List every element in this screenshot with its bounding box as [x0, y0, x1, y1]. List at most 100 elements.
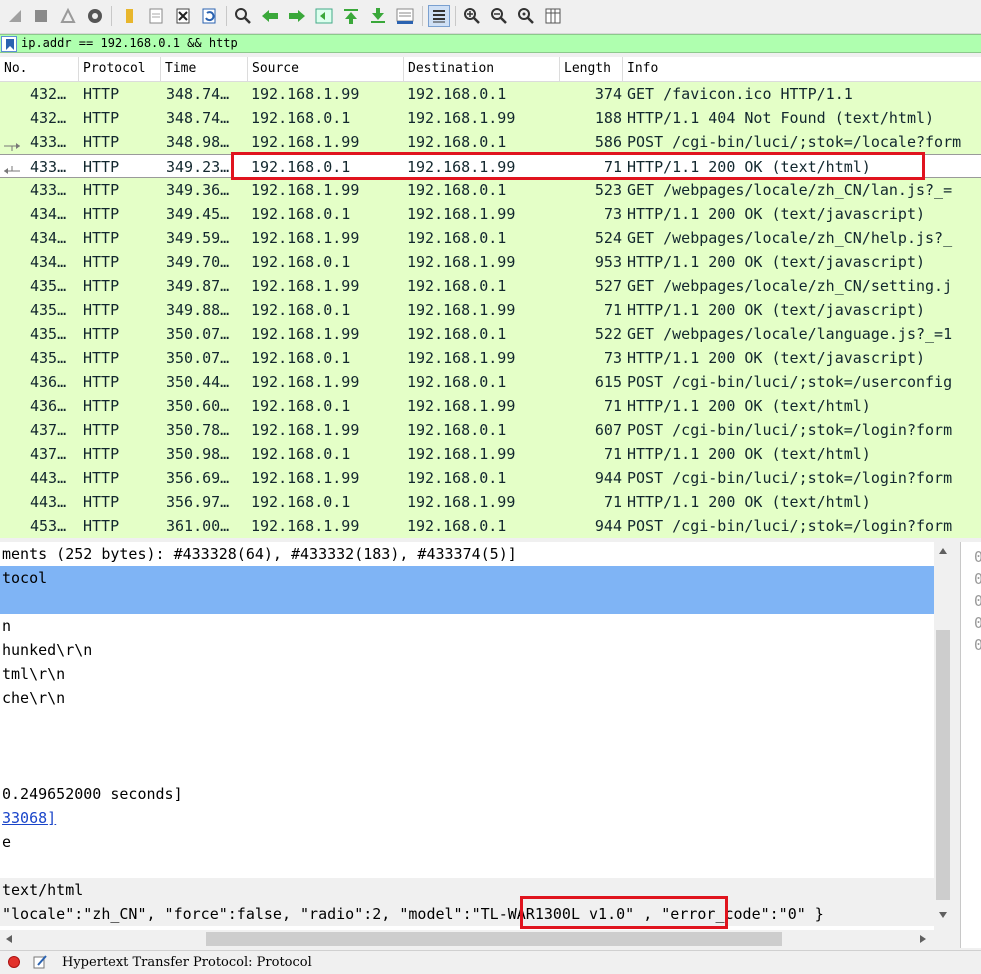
close-file-icon[interactable] — [172, 5, 194, 27]
packet-row[interactable]: 433… HTTP 349.23… 192.168.0.1 192.168.1.99 71… — [0, 154, 981, 178]
request-in-frame-line[interactable]: 33068] — [2, 806, 56, 830]
column-header-length[interactable]: Length — [560, 57, 623, 81]
packet-time-cell: 349.87… — [166, 277, 230, 295]
display-filter-input[interactable] — [21, 35, 961, 52]
transfer-encoding-line[interactable]: hunked\r\n — [2, 638, 92, 662]
column-header-info[interactable]: Info — [623, 57, 981, 81]
save-file-icon[interactable] — [145, 5, 167, 27]
cache-control-line[interactable]: che\r\n — [2, 686, 65, 710]
packet-details-pane: ments (252 bytes): #433328(64), #433332(… — [0, 542, 934, 930]
column-header-protocol[interactable]: Protocol — [79, 57, 161, 81]
packet-len-cell: 944 — [594, 469, 622, 487]
column-header-time[interactable]: Time — [161, 57, 248, 81]
packet-no-cell: 436… — [30, 373, 67, 391]
packet-info-cell: HTTP/1.1 200 OK (text/html) — [627, 445, 871, 463]
autoscroll-icon[interactable] — [394, 5, 416, 27]
selected-detail-row[interactable] — [0, 566, 934, 614]
packet-len-cell: 586 — [594, 133, 622, 151]
reload-file-icon[interactable] — [198, 5, 220, 27]
expert-info-icon[interactable] — [8, 956, 20, 968]
reassembled-segments-line[interactable]: ments (252 bytes): #433328(64), #433332(… — [2, 542, 517, 566]
packet-time-cell: 350.07… — [166, 349, 230, 367]
packet-info-cell: HTTP/1.1 200 OK (text/html) — [627, 493, 871, 511]
stop-capture-icon[interactable] — [4, 5, 26, 27]
go-back-icon[interactable] — [259, 5, 281, 27]
packet-row[interactable]: 433… HTTP 348.98… 192.168.1.99 192.168.0.1 58… — [0, 130, 981, 154]
settings-gear-icon[interactable] — [84, 5, 106, 27]
packet-row[interactable]: 435… HTTP 350.07… 192.168.0.1 192.168.1.99 73… — [0, 346, 981, 370]
restart-capture-icon[interactable] — [30, 5, 52, 27]
packet-row[interactable]: 432… HTTP 348.74… 192.168.0.1 192.168.1.99 18… — [0, 106, 981, 130]
packet-src-cell: 192.168.1.99 — [251, 325, 360, 343]
scroll-up-icon[interactable] — [934, 542, 952, 560]
packet-row[interactable]: 433… HTTP 349.36… 192.168.1.99 192.168.0.1 52… — [0, 178, 981, 202]
column-header-destination[interactable]: Destination — [404, 57, 560, 81]
packet-row[interactable]: 437… HTTP 350.98… 192.168.0.1 192.168.1.99 71… — [0, 442, 981, 466]
packet-proto-cell: HTTP — [83, 253, 120, 271]
packet-info-cell: POST /cgi-bin/luci/;stok=/login?form — [627, 469, 953, 487]
capture-comment-icon[interactable] — [32, 954, 48, 970]
packet-row[interactable]: 435… HTTP 349.87… 192.168.1.99 192.168.0.1 52… — [0, 274, 981, 298]
protocol-tree-item[interactable]: tocol — [2, 566, 47, 590]
packet-src-cell: 192.168.1.99 — [251, 517, 360, 535]
content-type-header-line[interactable]: tml\r\n — [2, 662, 65, 686]
packet-row[interactable]: 435… HTTP 349.88… 192.168.0.1 192.168.1.99 71… — [0, 298, 981, 322]
packet-row[interactable]: 432… HTTP 348.74… 192.168.1.99 192.168.0.1 37… — [0, 82, 981, 106]
horizontal-scroll-thumb[interactable] — [206, 932, 782, 946]
colorize-icon[interactable] — [428, 5, 450, 27]
packet-src-cell: 192.168.0.1 — [251, 109, 351, 127]
packet-row[interactable]: 436… HTTP 350.44… 192.168.1.99 192.168.0.1 61… — [0, 370, 981, 394]
vertical-scroll-thumb[interactable] — [936, 630, 950, 900]
json-body-line[interactable]: "locale":"zh_CN", "force":false, "radio"… — [2, 902, 824, 926]
packet-row[interactable]: 435… HTTP 350.07… 192.168.1.99 192.168.0.1 52… — [0, 322, 981, 346]
request-frame-link[interactable]: 33068] — [2, 809, 56, 827]
packet-row[interactable]: 434… HTTP 349.70… 192.168.0.1 192.168.1.99 95… — [0, 250, 981, 274]
packet-src-cell: 192.168.1.99 — [251, 277, 360, 295]
go-last-icon[interactable] — [367, 5, 389, 27]
scroll-left-icon[interactable] — [0, 930, 18, 948]
time-since-request-line[interactable]: 0.249652000 seconds] — [2, 782, 183, 806]
detail-line-n[interactable]: n — [2, 614, 11, 638]
packet-src-cell: 192.168.0.1 — [251, 397, 351, 415]
scroll-right-icon[interactable] — [914, 930, 932, 948]
resize-columns-icon[interactable] — [542, 5, 564, 27]
open-file-icon[interactable] — [118, 5, 140, 27]
go-first-icon[interactable] — [340, 5, 362, 27]
go-to-packet-icon[interactable] — [313, 5, 335, 27]
normal-size-icon[interactable] — [515, 5, 537, 27]
zoom-in-icon[interactable] — [461, 5, 483, 27]
packet-row[interactable]: 434… HTTP 349.45… 192.168.0.1 192.168.1.99 73… — [0, 202, 981, 226]
media-type-row — [0, 878, 934, 902]
packet-src-cell: 192.168.1.99 — [251, 421, 360, 439]
packet-len-cell: 71 — [603, 445, 622, 463]
packet-time-cell: 348.98… — [166, 133, 230, 151]
packet-row[interactable]: 434… HTTP 349.59… 192.168.1.99 192.168.0.1 52… — [0, 226, 981, 250]
status-text: Hypertext Transfer Protocol: Protocol — [62, 955, 312, 970]
find-packet-icon[interactable] — [232, 5, 254, 27]
packet-no-cell: 443… — [30, 469, 67, 487]
packet-row[interactable]: 436… HTTP 350.60… 192.168.0.1 192.168.1.99 71… — [0, 394, 981, 418]
packet-time-cell: 361.00… — [166, 517, 230, 535]
details-horizontal-scrollbar[interactable] — [0, 930, 934, 948]
media-type-line[interactable]: text/html — [2, 878, 83, 902]
packet-src-cell: 192.168.1.99 — [251, 133, 360, 151]
bytes-line: 0 — [974, 612, 981, 634]
filter-bookmark-icon[interactable] — [1, 36, 17, 52]
zoom-out-icon[interactable] — [488, 5, 510, 27]
go-forward-icon[interactable] — [286, 5, 308, 27]
packet-row[interactable]: 453… HTTP 361.00… 192.168.1.99 192.168.0.1 94… — [0, 514, 981, 538]
detail-line-e[interactable]: e — [2, 830, 11, 854]
packet-info-cell: GET /favicon.ico HTTP/1.1 — [627, 85, 853, 103]
packet-row[interactable]: 437… HTTP 350.78… 192.168.1.99 192.168.0.1 60… — [0, 418, 981, 442]
response-link-icon — [4, 162, 20, 174]
packet-row[interactable]: 443… HTTP 356.69… 192.168.1.99 192.168.0.1 94… — [0, 466, 981, 490]
column-header-no[interactable]: No. — [0, 57, 79, 81]
scroll-down-icon[interactable] — [934, 906, 952, 924]
packet-src-cell: 192.168.0.1 — [251, 349, 351, 367]
capture-options-icon[interactable] — [57, 5, 79, 27]
packet-info-cell: HTTP/1.1 200 OK (text/javascript) — [627, 301, 926, 319]
packet-row[interactable]: 443… HTTP 356.97… 192.168.0.1 192.168.1.99 71… — [0, 490, 981, 514]
details-vertical-scrollbar[interactable] — [934, 542, 952, 930]
column-header-source[interactable]: Source — [248, 57, 404, 81]
packet-proto-cell: HTTP — [83, 445, 120, 463]
